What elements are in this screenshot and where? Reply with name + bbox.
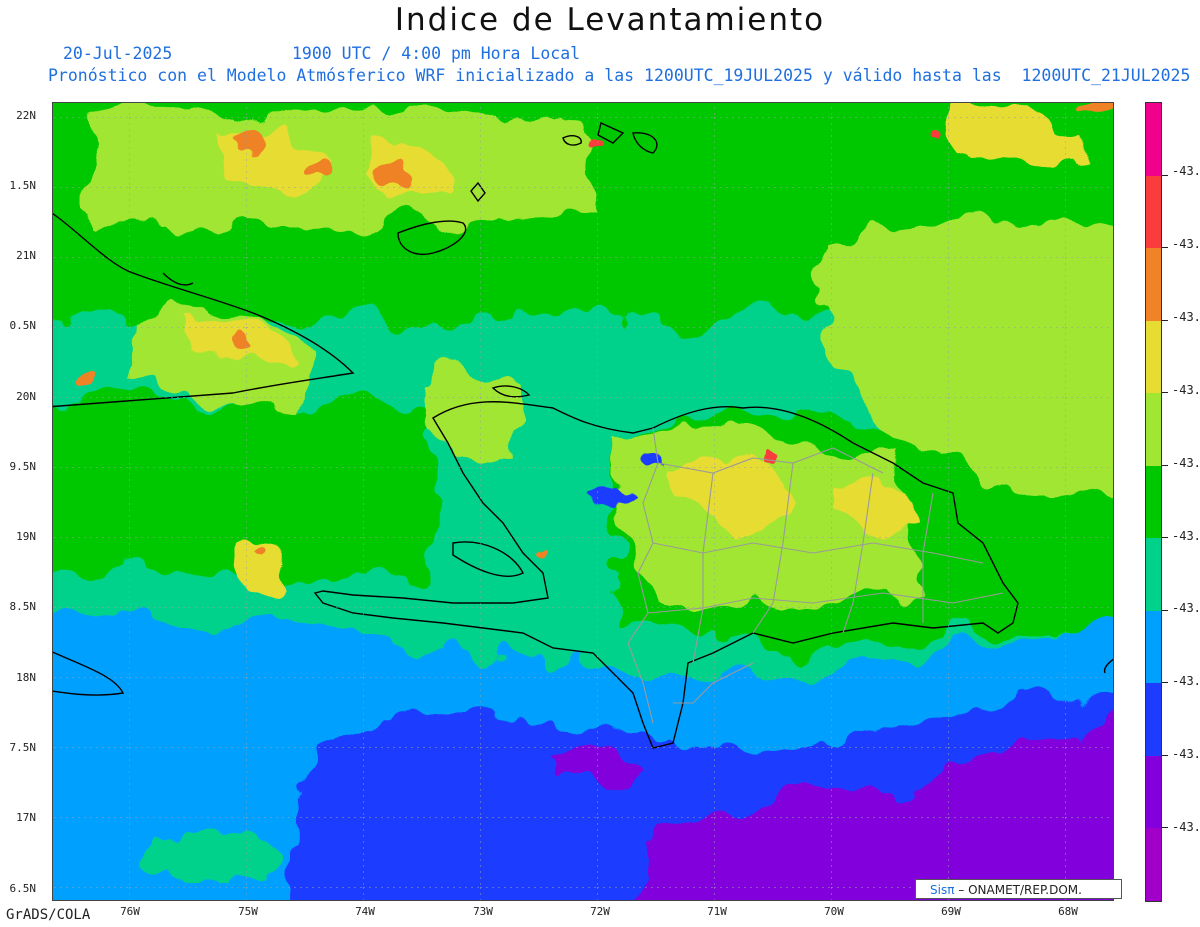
map-panel — [52, 102, 1114, 901]
lat-label: 8.5N — [9, 600, 37, 613]
colorbar-segment — [1146, 538, 1161, 611]
colorbar-segment — [1146, 248, 1161, 321]
lat-label: 22N — [16, 109, 36, 122]
colorbar-segment — [1146, 103, 1161, 176]
colorbar-tick — [1162, 682, 1168, 684]
colorbar-tick — [1162, 754, 1168, 756]
lon-label: 70W — [824, 905, 844, 918]
colorbar-label: -43.1 — [1172, 164, 1200, 178]
lat-label: 6.5N — [9, 882, 37, 895]
colorbar-label: -43.2 — [1172, 310, 1200, 324]
colorbar-label: -43.5 — [1172, 601, 1200, 615]
colorbar-label: -43.6 — [1172, 820, 1200, 834]
lat-label: 9.5N — [9, 460, 37, 473]
colorbar-label: -43.5 — [1172, 674, 1200, 688]
colorbar-segment — [1146, 610, 1161, 684]
lat-lon-grid — [53, 103, 1113, 900]
colorbar-segment — [1146, 320, 1161, 394]
software-credit: GrADS/COLA — [6, 907, 91, 923]
colorbar-tick — [1162, 392, 1168, 394]
colorbar-label: -43.3 — [1172, 456, 1200, 470]
colorbar-tick — [1162, 247, 1168, 249]
lat-label: 19N — [16, 530, 36, 543]
colorbar-tick — [1162, 174, 1168, 176]
model-description: Pronóstico con el Modelo Atmósferico WRF… — [48, 66, 1191, 85]
credit-text: – ONAMET/REP.DOM. — [958, 883, 1082, 897]
map-title: Indice de Levantamiento — [394, 2, 826, 38]
colorbar-segment — [1146, 828, 1161, 901]
lon-label: 72W — [590, 905, 610, 918]
lat-label: 7.5N — [9, 741, 37, 754]
colorbar-segment — [1146, 175, 1161, 249]
lon-label: 69W — [941, 905, 961, 918]
colorbar-segment — [1146, 683, 1161, 756]
colorbar-segment — [1146, 755, 1161, 829]
lon-label: 68W — [1058, 905, 1078, 918]
lat-label: 1.5N — [9, 179, 37, 192]
lifted-index-map — [53, 103, 1113, 900]
colorbar — [1145, 102, 1162, 902]
credit-box: Sisπ – ONAMET/REP.DOM. — [915, 879, 1122, 899]
colorbar-segment — [1146, 465, 1161, 539]
colorbar-tick — [1162, 319, 1168, 321]
colorbar-label: -43.4 — [1172, 529, 1200, 543]
lat-label: 0.5N — [9, 319, 37, 332]
colorbar-label: -43.1 — [1172, 237, 1200, 251]
lon-label: 76W — [120, 905, 140, 918]
lon-label: 75W — [238, 905, 258, 918]
lon-label: 71W — [707, 905, 727, 918]
lat-label: 18N — [16, 671, 36, 684]
colorbar-tick — [1162, 537, 1168, 539]
lon-label: 73W — [473, 905, 493, 918]
lat-label: 17N — [16, 811, 36, 824]
lat-label: 21N — [16, 249, 36, 262]
colorbar-tick — [1162, 609, 1168, 611]
colorbar-tick — [1162, 827, 1168, 829]
lon-label: 74W — [355, 905, 375, 918]
colorbar-segment — [1146, 393, 1161, 466]
valid-time: 1900 UTC / 4:00 pm Hora Local — [292, 44, 581, 63]
sispi-logo: Sisπ — [930, 883, 955, 897]
valid-date: 20-Jul-2025 — [63, 44, 173, 63]
colorbar-tick — [1162, 464, 1168, 466]
lat-label: 20N — [16, 390, 36, 403]
colorbar-label: -43.6 — [1172, 747, 1200, 761]
colorbar-label: -43.3 — [1172, 383, 1200, 397]
